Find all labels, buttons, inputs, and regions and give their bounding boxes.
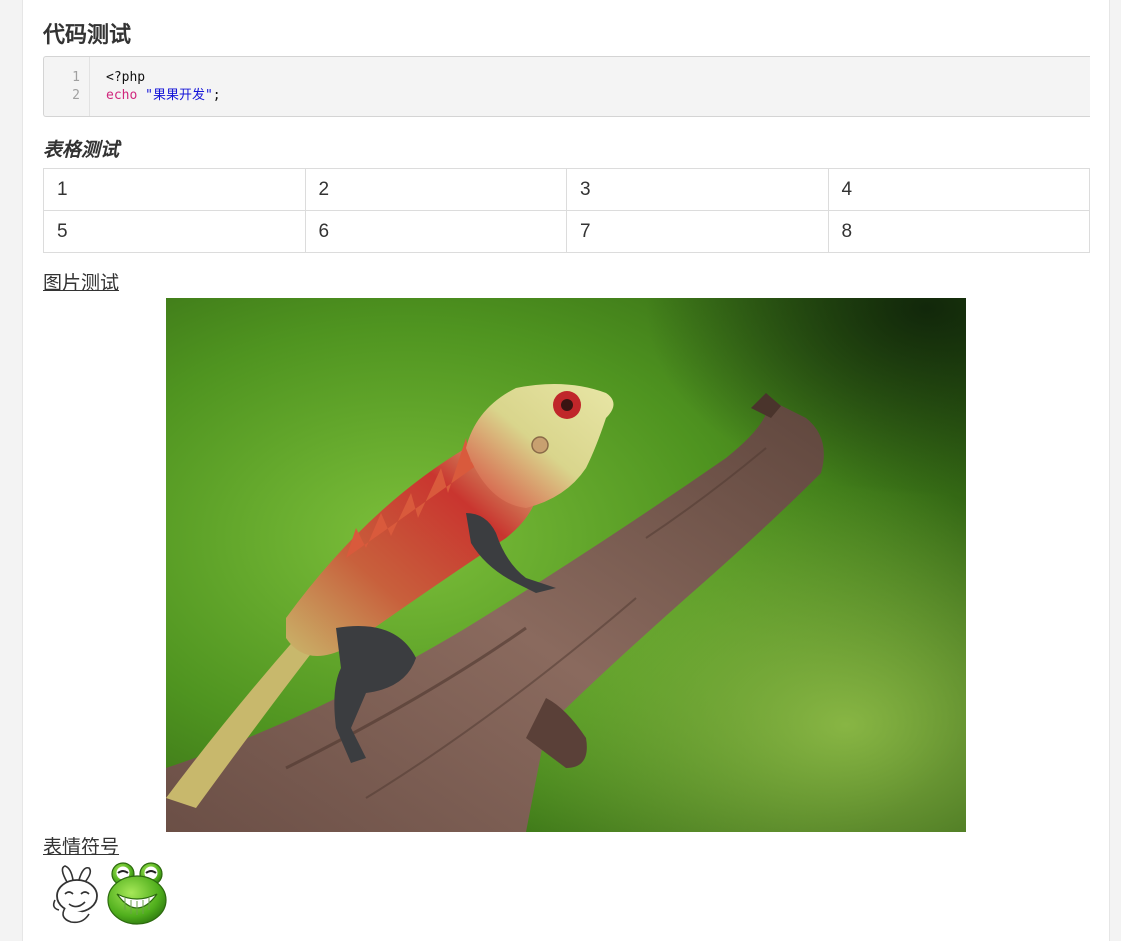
doodle-rabbit-emoji-icon[interactable] bbox=[49, 864, 105, 926]
table-cell: 3 bbox=[566, 168, 829, 211]
echo-keyword: echo bbox=[106, 88, 138, 103]
table-cell: 1 bbox=[43, 168, 306, 211]
table-cell: 6 bbox=[304, 210, 567, 253]
line-number: 1 bbox=[72, 70, 80, 85]
emoji-link[interactable]: 表情符号 bbox=[43, 835, 119, 861]
table-test-heading: 表格测试 bbox=[43, 140, 120, 161]
green-frog-grin-emoji-icon[interactable] bbox=[105, 860, 169, 926]
article-content: 代码测试 1 2 <?php echo "果果开发"; 表格测试 1 2 3 4… bbox=[22, 0, 1110, 941]
code-block[interactable]: 1 2 <?php echo "果果开发"; bbox=[43, 56, 1090, 117]
table-cell: 4 bbox=[827, 168, 1090, 211]
line-number-gutter: 1 2 bbox=[44, 57, 90, 116]
lizard-photo[interactable] bbox=[166, 298, 966, 832]
table-cell: 5 bbox=[43, 210, 306, 253]
test-table: 1 2 3 4 5 6 7 8 bbox=[43, 168, 1090, 253]
line-number: 2 bbox=[72, 88, 80, 103]
table-cell: 8 bbox=[827, 210, 1090, 253]
table-row: 1 2 3 4 bbox=[43, 168, 1090, 211]
string-literal: "果果开发" bbox=[145, 88, 213, 103]
image-test-link[interactable]: 图片测试 bbox=[43, 271, 119, 297]
php-open-tag: <?php bbox=[106, 70, 146, 85]
table-row: 5 6 7 8 bbox=[43, 210, 1090, 253]
code-lines: <?php echo "果果开发"; bbox=[106, 69, 221, 105]
semicolon: ; bbox=[212, 88, 221, 103]
table-cell: 7 bbox=[566, 210, 829, 253]
code-line: <?php bbox=[106, 69, 221, 87]
code-line: echo "果果开发"; bbox=[106, 87, 221, 105]
code-test-heading: 代码测试 bbox=[43, 22, 132, 47]
table-cell: 2 bbox=[304, 168, 567, 211]
